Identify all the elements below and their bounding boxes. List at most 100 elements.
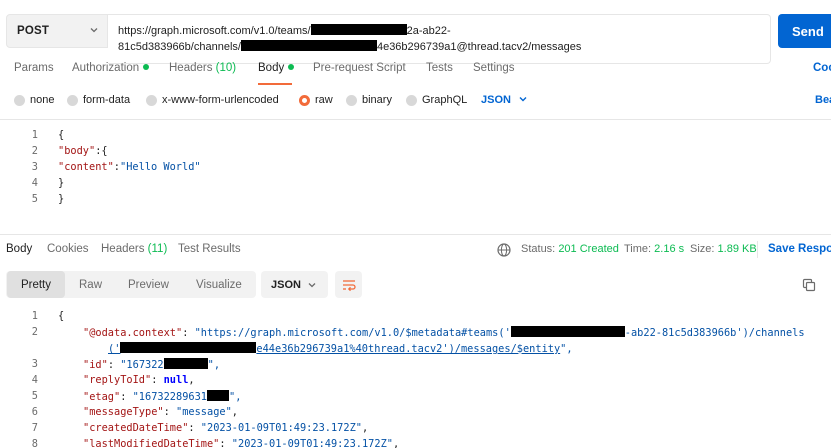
time-readout: Time: 2.16 s	[624, 243, 684, 255]
response-body-viewer[interactable]: 1 2 3 4 5 6 7 8 { "@odata.context": "htt…	[0, 308, 831, 448]
radio-form-data[interactable]: form-data	[67, 94, 130, 106]
tab-label: Body	[258, 62, 285, 74]
radio-graphql[interactable]: GraphQL	[406, 94, 467, 106]
method-select[interactable]: POST	[6, 14, 108, 48]
body-type-options: none form-data x-www-form-urlencoded raw…	[0, 94, 831, 108]
tab-settings[interactable]: Settings	[473, 62, 515, 74]
request-body-editor[interactable]: 1 2 3 4 5 { "body":{ "content":"Hello Wo…	[0, 126, 831, 226]
divider	[757, 241, 758, 258]
radio-label: raw	[315, 94, 333, 106]
redaction	[310, 24, 407, 35]
radio-circle-icon	[67, 94, 78, 106]
url-text: https://graph.microsoft.com/v1.0/teams/	[118, 25, 311, 37]
json-value: "167322	[120, 359, 164, 371]
code-line: "messageType": "message",	[83, 406, 238, 418]
radio-circle-icon	[346, 94, 357, 106]
response-tab-headers[interactable]: Headers (11)	[101, 243, 167, 255]
radio-label: GraphQL	[422, 94, 468, 106]
radio-label: form-data	[83, 94, 131, 106]
mode-pretty[interactable]: Pretty	[7, 271, 65, 298]
code-line: "content":"Hello World"	[58, 161, 201, 173]
response-tab-body[interactable]: Body	[6, 243, 32, 255]
chevron-down-icon	[519, 97, 527, 102]
active-indicator-icon	[143, 64, 150, 70]
code-line: (' e44e36b296739a1%40thread.tacv2')/messa…	[108, 342, 573, 355]
mode-raw[interactable]: Raw	[79, 271, 102, 298]
tab-headers[interactable]: Headers (10)	[169, 62, 236, 74]
json-key: "createdDateTime"	[83, 422, 189, 434]
tab-authorization[interactable]: Authorization	[72, 62, 150, 74]
radio-raw[interactable]: raw	[299, 94, 333, 106]
tab-label: Headers	[101, 243, 145, 255]
response-tab-test-results[interactable]: Test Results	[178, 243, 241, 255]
code-line: }	[58, 193, 65, 205]
tab-tests[interactable]: Tests	[426, 62, 453, 74]
tab-body[interactable]: Body	[258, 62, 295, 74]
save-response-button[interactable]: Save Respo	[768, 243, 831, 255]
radio-none[interactable]: none	[14, 94, 54, 106]
status-readout: Status: 201 Created	[521, 243, 619, 255]
code-line: "createdDateTime": "2023-01-09T01:49:23.…	[83, 422, 369, 434]
redaction	[240, 39, 377, 51]
tab-label: Pre-request Script	[313, 62, 406, 74]
chevron-down-icon	[90, 28, 98, 33]
code-line: "body":{	[58, 145, 108, 157]
json-value: "Hello World"	[120, 161, 201, 173]
code-line: "id": "167322 ",	[83, 358, 221, 371]
code-line: "@odata.context": "https://graph.microso…	[83, 326, 805, 339]
line-number: 4	[31, 177, 38, 189]
line-number: 3	[31, 161, 38, 173]
chevron-down-icon	[308, 283, 316, 288]
line-number: 7	[31, 422, 38, 434]
json-value: null	[163, 374, 189, 386]
body-format-select[interactable]: JSON	[481, 94, 528, 106]
code-line: "replyToId": null,	[83, 374, 195, 386]
method-label: POST	[17, 25, 50, 37]
radio-binary[interactable]: binary	[346, 94, 392, 106]
tab-label: Headers	[169, 62, 213, 74]
radio-x-www-form-urlencoded[interactable]: x-www-form-urlencoded	[146, 94, 279, 106]
line-number: 3	[31, 358, 38, 370]
code-line: }	[58, 177, 65, 189]
line-number: 5	[31, 390, 38, 402]
tab-count: (10)	[215, 62, 237, 74]
wrap-lines-icon	[342, 279, 356, 291]
json-key: "id"	[83, 359, 108, 371]
body-format-label: JSON	[481, 94, 511, 106]
tab-params[interactable]: Params	[14, 62, 54, 74]
active-indicator-icon	[288, 64, 295, 70]
json-value: ('	[108, 343, 121, 355]
json-punct: :{	[95, 145, 108, 157]
line-number: 4	[31, 374, 38, 386]
globe-icon[interactable]	[496, 242, 512, 258]
response-format-select[interactable]: JSON	[261, 271, 328, 298]
tab-pre-request-script[interactable]: Pre-request Script	[313, 62, 406, 74]
request-tabs: Params Authorization Headers (10) Body P…	[0, 62, 831, 82]
json-value: -ab22-81c5d383966b')/channels	[624, 327, 805, 339]
redaction	[207, 390, 230, 401]
time-label: Time:	[624, 243, 652, 255]
json-value: "16732289631	[132, 391, 208, 403]
response-format-label: JSON	[271, 278, 301, 291]
mode-visualize[interactable]: Visualize	[196, 271, 242, 298]
wrap-lines-button[interactable]	[335, 271, 362, 298]
send-button[interactable]: Send	[778, 14, 831, 48]
url-input[interactable]: https://graph.microsoft.com/v1.0/teams/2…	[108, 14, 771, 64]
url-text: 4e36b296739a1@thread.tacv2/messages	[376, 40, 582, 53]
mode-preview[interactable]: Preview	[128, 271, 169, 298]
line-number: 2	[31, 326, 38, 338]
response-tab-cookies[interactable]: Cookies	[47, 243, 89, 255]
status-label: Status:	[521, 243, 556, 255]
json-key: "messageType"	[83, 406, 164, 418]
size-readout: Size: 1.89 KB	[690, 243, 757, 255]
json-key: "etag"	[83, 391, 121, 403]
code-link[interactable]: Coo	[813, 62, 831, 74]
json-key: "@odata.context"	[83, 327, 183, 339]
radio-label: binary	[362, 94, 392, 106]
code-line: "lastModifiedDateTime": "2023-01-09T01:4…	[83, 438, 400, 448]
copy-icon[interactable]	[802, 278, 816, 292]
line-number: 1	[31, 129, 38, 141]
radio-circle-icon	[146, 94, 157, 106]
radio-label: none	[30, 94, 55, 106]
beautify-link[interactable]: Bea	[815, 94, 831, 106]
